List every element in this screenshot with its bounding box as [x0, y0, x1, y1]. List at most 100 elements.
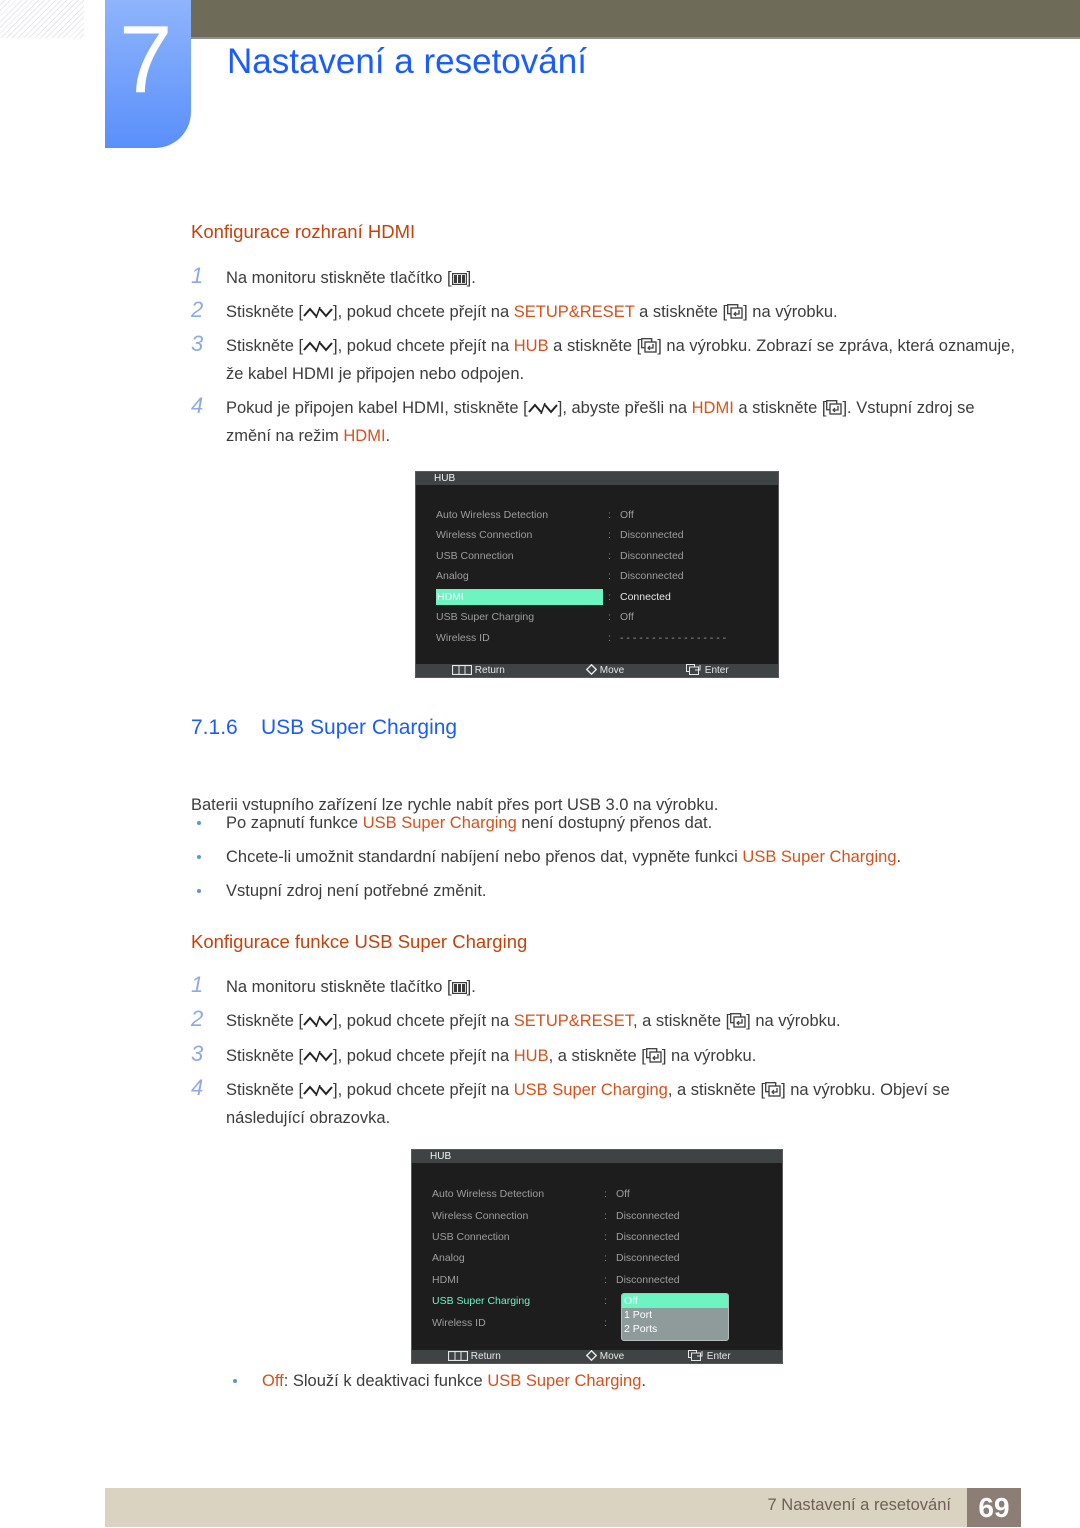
osd-separator: : — [608, 611, 611, 623]
bullet-text: Off: Slouží k deaktivaci funkce USB Supe… — [262, 1369, 1057, 1393]
osd-item-value: Disconnected — [620, 570, 684, 582]
osd-item-label: Wireless Connection — [432, 1210, 529, 1222]
osd-menu-item[interactable]: HDMI: Disconnected — [432, 1272, 762, 1288]
bullet-text: Po zapnutí funkce USB Super Charging nen… — [226, 811, 1021, 835]
usb-charging-dropdown[interactable]: Off 1 Port 2 Ports — [621, 1293, 729, 1341]
osd-item-value: Disconnected — [616, 1210, 680, 1222]
osd-separator: : — [604, 1295, 607, 1307]
osd-menu-item[interactable]: Analog: Disconnected — [436, 568, 766, 584]
text-run: ] na výrobku. — [743, 303, 838, 321]
up-down-icon — [303, 335, 333, 361]
up-down-icon — [303, 301, 333, 327]
osd-footer: Return Move Enter — [416, 663, 778, 679]
osd-separator: : — [608, 570, 611, 582]
osd-item-value: - - - - - - - - - - - - - - - - - — [620, 632, 727, 644]
enter-icon — [688, 1350, 704, 1365]
text-run: . — [641, 1372, 647, 1390]
osd-item-value: Connected — [620, 591, 671, 603]
bullet-dot-icon — [197, 855, 201, 859]
osd-item-label: USB Super Charging — [432, 1295, 531, 1307]
section-heading: 7.1.6 USB Super Charging — [191, 716, 457, 740]
bullet-dot-icon — [197, 821, 201, 825]
osd-separator: : — [608, 509, 611, 521]
step-text: Pokud je připojen kabel HDMI, stiskněte … — [226, 395, 1021, 449]
text-run: ], abyste přešli na — [557, 399, 692, 417]
chapter-tab: 7 — [105, 0, 191, 148]
highlight-term: USB Super Charging — [742, 848, 897, 866]
osd-item-label: Auto Wireless Detection — [432, 1188, 545, 1200]
text-run: : Slouží k deaktivaci funkce — [283, 1372, 488, 1390]
step-number: 1 — [191, 972, 204, 997]
osd-move: Move — [585, 663, 624, 679]
osd-item-label: Wireless Connection — [436, 529, 533, 541]
bullet-item: Off: Slouží k deaktivaci funkce USB Supe… — [227, 1369, 1057, 1393]
osd-item-label: HDMI — [436, 589, 603, 605]
step-text: Stiskněte [], pokud chcete přejít na SET… — [226, 299, 1021, 327]
menu-icon — [447, 1350, 469, 1365]
text-run: ]. — [466, 978, 476, 996]
osd-menu-item[interactable]: Auto Wireless Detection: Off — [436, 507, 766, 523]
text-run: . — [385, 427, 391, 445]
osd-title: HUB — [416, 472, 778, 485]
usb-config-heading: Konfigurace funkce USB Super Charging — [191, 931, 528, 952]
text-run: , a stiskněte [ — [667, 1081, 766, 1099]
osd-menu-item[interactable]: Wireless Connection: Disconnected — [432, 1208, 762, 1224]
osd-item-label: USB Connection — [436, 550, 514, 562]
highlight-term: HDMI — [343, 427, 386, 445]
osd-title: HUB — [412, 1150, 782, 1163]
osd-enter: Enter — [686, 664, 729, 679]
osd-menu-item[interactable]: HDMI: Connected — [436, 589, 766, 605]
highlight-term: USB Super Charging — [513, 1081, 668, 1099]
text-run: . — [896, 848, 902, 866]
enter-icon — [641, 335, 657, 361]
osd-item-label: HDMI — [432, 1274, 459, 1286]
text-run: Stiskněte [ — [226, 1047, 304, 1065]
osd-menu-item[interactable]: Wireless ID: - - - - - - - - - - - - - - … — [436, 630, 766, 646]
dropdown-option[interactable]: 1 Port — [622, 1308, 728, 1322]
osd-item-value: Disconnected — [616, 1274, 680, 1286]
header-bar — [151, 0, 1080, 39]
enter-icon — [645, 1045, 662, 1071]
osd-menu-item[interactable]: USB Connection: Disconnected — [436, 548, 766, 564]
osd-return: Return — [447, 1350, 501, 1365]
osd-separator: : — [608, 550, 611, 562]
step-number: 3 — [191, 1041, 204, 1066]
step-item: 3 Stiskněte [], pokud chcete přejít na HU… — [191, 1041, 1021, 1071]
osd-menu-item[interactable]: Auto Wireless Detection: Off — [432, 1186, 762, 1202]
osd-separator: : — [604, 1317, 607, 1329]
osd-separator: : — [604, 1252, 607, 1264]
step-number: 1 — [191, 263, 204, 288]
osd-return-label: Return — [474, 665, 505, 676]
step-text: Stiskněte [], pokud chcete přejít na HUB… — [226, 1043, 1021, 1071]
osd-item-value: Disconnected — [616, 1231, 680, 1243]
osd-separator: : — [604, 1210, 607, 1222]
osd-item-label: Analog — [436, 570, 469, 582]
bullet-text: Vstupní zdroj není potřebné změnit. — [226, 879, 1021, 903]
dropdown-option[interactable]: 2 Ports — [622, 1322, 728, 1336]
highlight-term: Off — [262, 1372, 284, 1390]
osd-separator: : — [608, 529, 611, 541]
bullet-item: Po zapnutí funkce USB Super Charging nen… — [191, 811, 1021, 835]
osd-move: Move — [585, 1349, 624, 1365]
bullet-item: Chcete-li umožnit standardní nabíjení ne… — [191, 845, 1021, 869]
chapter-number: 7 — [119, 6, 173, 113]
step-number: 4 — [191, 1075, 204, 1100]
osd-menu-item[interactable]: Wireless Connection: Disconnected — [436, 527, 766, 543]
step-text: Stiskněte [], pokud chcete přejít na HUB… — [226, 333, 1021, 387]
text-run: Stiskněte [ — [226, 1012, 304, 1030]
bullet-item: Vstupní zdroj není potřebné změnit. — [191, 879, 1021, 903]
dropdown-option[interactable]: Off — [622, 1294, 728, 1308]
up-down-icon — [303, 1045, 333, 1071]
osd-menu-item[interactable]: USB Super Charging: Off — [436, 609, 766, 625]
osd-item-value: Off — [616, 1188, 630, 1200]
up-down-icon — [303, 1010, 333, 1036]
enter-icon — [727, 301, 743, 327]
osd-menu-item[interactable]: Analog: Disconnected — [432, 1250, 762, 1266]
text-run: , a stiskněte [ — [632, 1012, 731, 1030]
text-run: ] na výrobku. — [746, 1012, 841, 1030]
osd-item-label: Analog — [432, 1252, 465, 1264]
text-run: a stiskněte [ — [733, 399, 827, 417]
osd-menu-item[interactable]: USB Connection: Disconnected — [432, 1229, 762, 1245]
step-number: 3 — [191, 331, 204, 356]
osd-separator: : — [608, 591, 611, 603]
